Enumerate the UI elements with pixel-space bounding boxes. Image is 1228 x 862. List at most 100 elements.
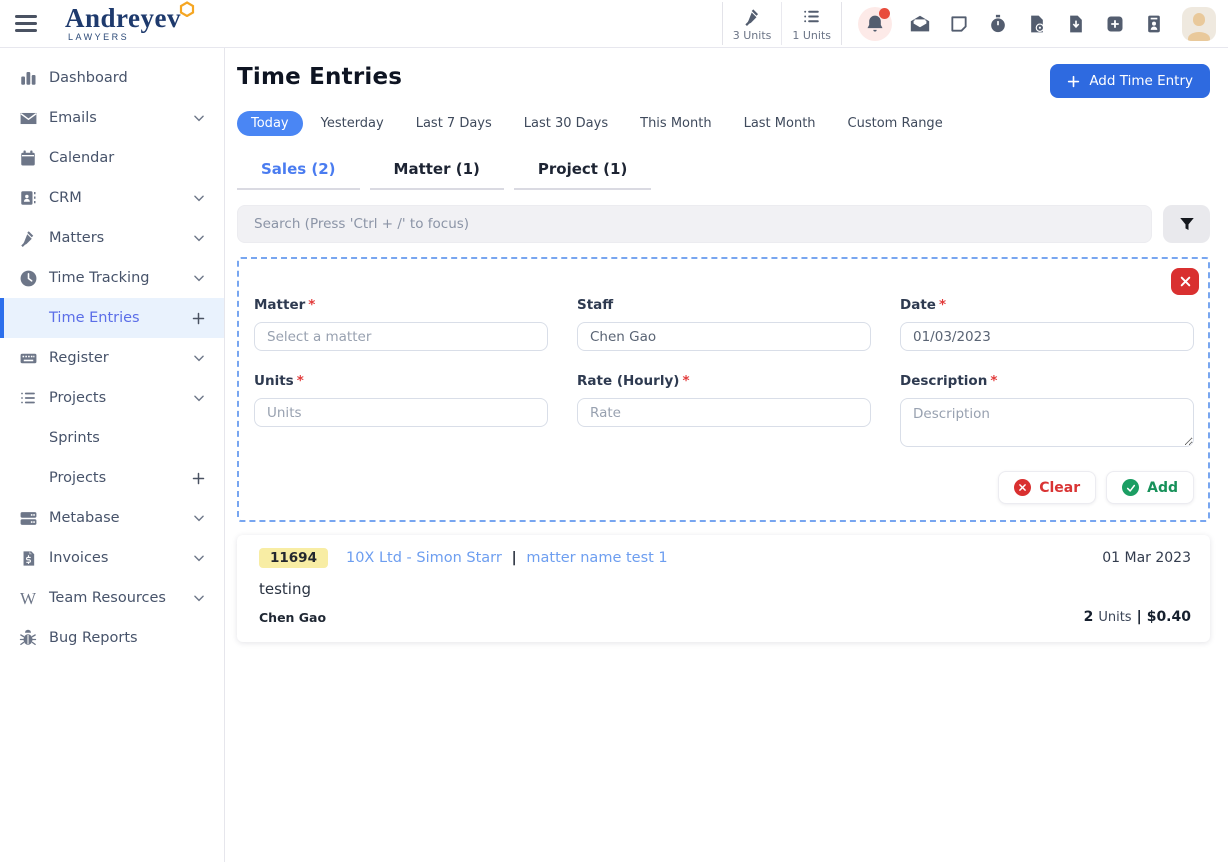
contact-card-icon <box>18 189 38 207</box>
clear-label: Clear <box>1039 480 1080 496</box>
search-input[interactable] <box>237 205 1152 243</box>
main-content: Time Entries Add Time Entry Today Yester… <box>225 48 1228 862</box>
logo-subtext: LAWYERS <box>68 33 181 42</box>
mail-icon <box>909 13 931 35</box>
timer-button[interactable] <box>987 13 1009 35</box>
notification-badge <box>879 8 890 19</box>
bar-chart-icon <box>18 69 38 87</box>
note-button[interactable] <box>948 13 970 35</box>
hamburger-menu-icon[interactable] <box>15 11 39 36</box>
date-filter-today[interactable]: Today <box>237 111 303 136</box>
topbar: Andreyev LAWYERS 3 Units 1 Units <box>0 0 1228 48</box>
description-textarea[interactable] <box>900 398 1194 447</box>
sidebar-item-register[interactable]: Register <box>0 338 224 378</box>
chevron-down-icon <box>192 111 206 125</box>
search-row <box>237 205 1210 243</box>
rate-input[interactable] <box>577 398 871 427</box>
sidebar-item-projects[interactable]: Projects <box>0 378 224 418</box>
tab-matter[interactable]: Matter (1) <box>370 152 504 190</box>
notifications-button[interactable] <box>858 7 892 41</box>
plus-icon <box>1067 75 1080 88</box>
sidebar-item-label: Projects <box>49 470 106 486</box>
sidebar-item-invoices[interactable]: Invoices <box>0 538 224 578</box>
matter-select-input[interactable] <box>254 322 548 351</box>
sidebar-item-metabase[interactable]: Metabase <box>0 498 224 538</box>
staff-field: Staff <box>577 297 871 351</box>
sidebar-item-calendar[interactable]: Calendar <box>0 138 224 178</box>
sidebar-item-team-resources[interactable]: W Team Resources <box>0 578 224 618</box>
user-avatar[interactable] <box>1182 7 1216 41</box>
tab-project[interactable]: Project (1) <box>514 152 651 190</box>
calendar-icon <box>18 149 38 167</box>
date-filter-last-month[interactable]: Last Month <box>730 111 830 136</box>
funnel-icon <box>1178 215 1196 233</box>
add-button[interactable]: Add <box>1106 471 1194 504</box>
entry-date: 01 Mar 2023 <box>1102 550 1191 566</box>
required-asterisk: * <box>990 373 997 389</box>
date-filter-custom-range[interactable]: Custom Range <box>834 111 957 136</box>
chevron-down-icon <box>192 391 206 405</box>
sidebar-item-label: Projects <box>49 390 106 406</box>
sidebar-item-label: Register <box>49 350 109 366</box>
list-units-counter[interactable]: 1 Units <box>781 2 841 45</box>
sidebar-item-matters[interactable]: Matters <box>0 218 224 258</box>
invoice-icon <box>18 550 38 567</box>
sidebar-item-time-tracking[interactable]: Time Tracking <box>0 258 224 298</box>
server-icon <box>18 509 38 528</box>
date-filter-yesterday[interactable]: Yesterday <box>307 111 398 136</box>
staff-input[interactable] <box>577 322 871 351</box>
gavel-units-label: 3 Units <box>733 29 772 42</box>
units-input[interactable] <box>254 398 548 427</box>
file-help-button[interactable] <box>1026 13 1048 35</box>
sidebar-item-label: Sprints <box>49 430 100 446</box>
entry-amount: $0.40 <box>1147 609 1191 625</box>
form-grid: Matter* Staff Date* Units* Rate (Hourly)… <box>254 297 1194 451</box>
date-filter-this-month[interactable]: This Month <box>626 111 725 136</box>
sidebar-item-dashboard[interactable]: Dashboard <box>0 58 224 98</box>
description-field: Description* <box>900 373 1194 451</box>
chevron-down-icon <box>192 591 206 605</box>
page-header: Time Entries Add Time Entry <box>237 64 1210 98</box>
date-input[interactable] <box>900 322 1194 351</box>
sidebar-item-crm[interactable]: CRM <box>0 178 224 218</box>
link-separator: | <box>511 550 516 566</box>
file-export-button[interactable] <box>1065 13 1087 35</box>
add-time-entry-button[interactable]: Add Time Entry <box>1050 64 1210 98</box>
contacts-button[interactable] <box>1143 13 1165 35</box>
sidebar-item-label: Calendar <box>49 150 114 166</box>
sidebar-item-label: Emails <box>49 110 97 126</box>
client-link[interactable]: 10X Ltd - Simon Starr <box>346 550 502 566</box>
contact-card-icon <box>1144 14 1164 34</box>
sidebar-item-label: Matters <box>49 230 104 246</box>
gavel-units-counter[interactable]: 3 Units <box>723 2 782 45</box>
sidebar-item-time-entries[interactable]: Time Entries <box>0 298 224 338</box>
time-entry-row[interactable]: 11694 10X Ltd - Simon Starr | matter nam… <box>237 535 1210 642</box>
filter-button[interactable] <box>1163 205 1210 243</box>
plus-icon[interactable] <box>191 311 206 326</box>
date-field: Date* <box>900 297 1194 351</box>
topbar-icon-group <box>858 7 1216 41</box>
sidebar-item-label: Team Resources <box>49 590 166 606</box>
entry-links: 10X Ltd - Simon Starr | matter name test… <box>346 550 668 566</box>
sidebar: Dashboard Emails Calendar CRM Matters Ti… <box>0 48 225 862</box>
chevron-down-icon <box>192 511 206 525</box>
sidebar-item-projects-sub[interactable]: Projects <box>0 458 224 498</box>
date-filter-last-7-days[interactable]: Last 7 Days <box>402 111 506 136</box>
quick-add-button[interactable] <box>1104 13 1126 35</box>
app-logo[interactable]: Andreyev LAWYERS <box>65 5 181 42</box>
clear-button[interactable]: Clear <box>998 471 1096 504</box>
plus-icon[interactable] <box>191 471 206 486</box>
sidebar-item-sprints[interactable]: Sprints <box>0 418 224 458</box>
matter-link[interactable]: matter name test 1 <box>526 550 667 566</box>
matter-label: Matter* <box>254 297 548 313</box>
units-field: Units* <box>254 373 548 451</box>
note-icon <box>949 14 969 34</box>
mail-button[interactable] <box>909 13 931 35</box>
date-filter-last-30-days[interactable]: Last 30 Days <box>510 111 622 136</box>
sidebar-item-emails[interactable]: Emails <box>0 98 224 138</box>
bug-icon <box>18 629 38 647</box>
tab-sales[interactable]: Sales (2) <box>237 152 360 190</box>
entry-units-amount: 2 Units | $0.40 <box>1084 609 1191 625</box>
close-form-button[interactable] <box>1171 268 1199 295</box>
sidebar-item-bug-reports[interactable]: Bug Reports <box>0 618 224 658</box>
